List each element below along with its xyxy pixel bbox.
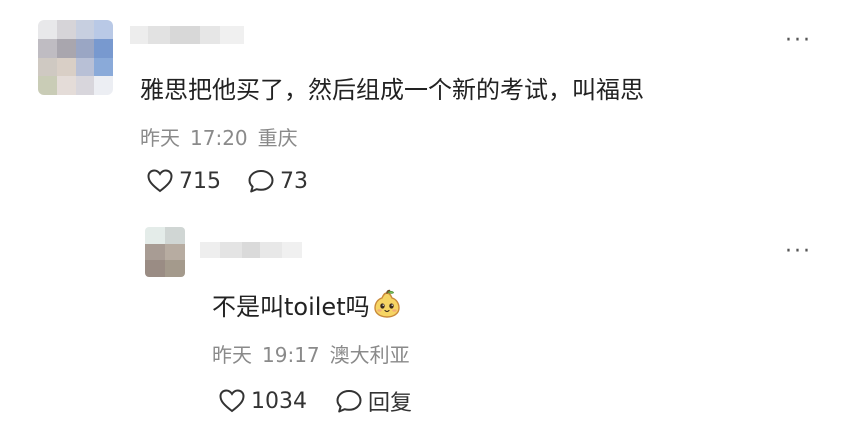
reply-count-button[interactable]: 73 [247,168,308,194]
avatar[interactable] [38,20,113,95]
reply-comment: ··· 不是叫toilet吗 昨天 19:17 澳大利亚 1034 回复 [0,215,846,430]
reply-meta: 昨天 19:17 澳大利亚 [212,339,420,368]
more-icon[interactable]: ··· [785,241,812,263]
reply-location: 澳大利亚 [329,343,410,367]
comment-meta: 昨天 17:20 重庆 [140,122,308,151]
reply-text-content: 不是叫toilet吗 [212,293,370,321]
comment-bubble-icon [336,390,362,413]
comment: ··· 雅思把他买了，然后组成一个新的考试，叫福思 昨天 17:20 重庆 715 … [0,0,846,215]
reply-actions: 1034 回复 [218,385,412,417]
comment-date: 昨天 [140,126,180,150]
heart-icon [219,389,245,413]
comment-location: 重庆 [257,126,298,150]
reply-button[interactable]: 回复 [335,385,412,417]
comment-bubble-icon [248,170,274,193]
comment-actions: 715 73 [146,168,308,194]
reply-text: 不是叫toilet吗 [212,287,402,322]
comment-text: 雅思把他买了，然后组成一个新的考试，叫福思 [140,76,644,104]
like-button[interactable]: 715 [146,168,221,194]
username-blurred[interactable] [130,26,244,44]
pear-face-emoji [373,289,400,318]
reply-count: 73 [280,168,308,194]
heart-icon [147,169,173,193]
like-count: 1034 [251,388,307,414]
like-button[interactable]: 1034 [218,388,307,414]
like-count: 715 [179,168,221,194]
more-icon[interactable]: ··· [785,30,812,52]
avatar[interactable] [145,227,185,277]
reply-time: 19:17 [262,343,320,367]
reply-date: 昨天 [212,343,252,367]
username-blurred[interactable] [200,242,302,258]
comment-time: 17:20 [190,126,248,150]
reply-label: 回复 [368,391,413,416]
